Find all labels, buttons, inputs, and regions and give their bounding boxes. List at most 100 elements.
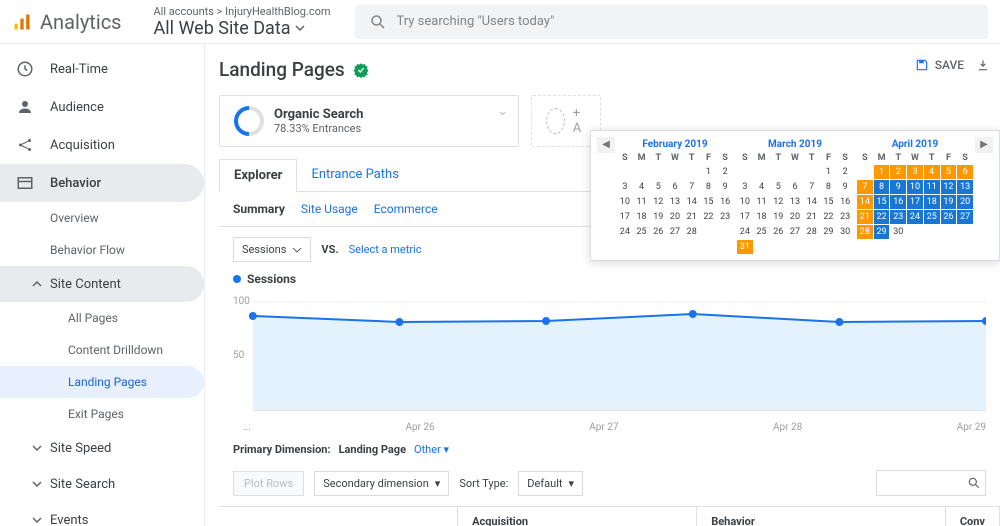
- calendar-day[interactable]: 28: [857, 225, 873, 239]
- calendar-day[interactable]: 1: [874, 165, 890, 179]
- calendar-day[interactable]: 3: [617, 180, 633, 194]
- calendar-day[interactable]: 10: [737, 195, 753, 209]
- calendar-day[interactable]: 17: [737, 210, 753, 224]
- calendar-day[interactable]: 1: [821, 165, 837, 179]
- calendar-day[interactable]: 4: [924, 165, 940, 179]
- calendar-day[interactable]: 20: [787, 210, 803, 224]
- calendar-day[interactable]: 6: [667, 180, 683, 194]
- calendar-day[interactable]: 8: [701, 180, 717, 194]
- dimension-value[interactable]: Landing Page: [339, 443, 406, 456]
- calendar-day[interactable]: 3: [907, 165, 923, 179]
- calendar-day[interactable]: 23: [890, 210, 906, 224]
- calendar-day[interactable]: 16: [717, 195, 733, 209]
- calendar-day[interactable]: 24: [737, 225, 753, 239]
- calendar-day[interactable]: 5: [650, 180, 666, 194]
- calendar-day[interactable]: 17: [617, 210, 633, 224]
- calendar-day[interactable]: 4: [634, 180, 650, 194]
- calendar-day[interactable]: 19: [941, 195, 957, 209]
- calendar-day[interactable]: 9: [890, 180, 906, 194]
- calendar-day[interactable]: 17: [907, 195, 923, 209]
- calendar-day[interactable]: 21: [684, 210, 700, 224]
- calendar-day[interactable]: 22: [821, 210, 837, 224]
- calendar-day[interactable]: 12: [770, 195, 786, 209]
- nav-behavior-flow[interactable]: Behavior Flow: [0, 234, 204, 266]
- cal-next[interactable]: ▶: [975, 137, 993, 153]
- calendar-day[interactable]: 29: [821, 225, 837, 239]
- calendar-day[interactable]: 21: [804, 210, 820, 224]
- calendar-day[interactable]: 5: [770, 180, 786, 194]
- calendar-day[interactable]: 26: [941, 210, 957, 224]
- calendar-day[interactable]: 18: [754, 210, 770, 224]
- calendar-day[interactable]: 28: [804, 225, 820, 239]
- date-range-picker[interactable]: ◀ February 2019SMTWTFS000001234567891011…: [590, 130, 1000, 261]
- calendar-day[interactable]: 2: [717, 165, 733, 179]
- calendar-day[interactable]: 20: [957, 195, 973, 209]
- metric-dropdown[interactable]: Sessions: [233, 237, 311, 262]
- nav-overview[interactable]: Overview: [0, 202, 204, 234]
- calendar-day[interactable]: 15: [874, 195, 890, 209]
- calendar-day[interactable]: 1: [701, 165, 717, 179]
- nav-content-drilldown[interactable]: Content Drilldown: [0, 334, 204, 366]
- calendar-day[interactable]: 29: [874, 225, 890, 239]
- calendar-day[interactable]: 7: [804, 180, 820, 194]
- tab-entrance-paths[interactable]: Entrance Paths: [297, 159, 412, 191]
- calendar-day[interactable]: 20: [667, 210, 683, 224]
- nav-acquisition[interactable]: Acquisition: [0, 126, 204, 164]
- calendar-day[interactable]: 13: [787, 195, 803, 209]
- nav-landing-pages[interactable]: Landing Pages: [0, 366, 204, 398]
- calendar-day[interactable]: 27: [787, 225, 803, 239]
- calendar-day[interactable]: 18: [924, 195, 940, 209]
- calendar-day[interactable]: 30: [837, 225, 853, 239]
- calendar-day[interactable]: 11: [924, 180, 940, 194]
- subtab-site-usage[interactable]: Site Usage: [301, 202, 358, 216]
- calendar-day[interactable]: 23: [717, 210, 733, 224]
- calendar-day[interactable]: 6: [957, 165, 973, 179]
- nav-behavior[interactable]: Behavior: [0, 164, 204, 202]
- calendar-day[interactable]: 13: [667, 195, 683, 209]
- search-input[interactable]: Try searching "Users today": [355, 5, 989, 39]
- calendar-day[interactable]: 21: [857, 210, 873, 224]
- calendar-day[interactable]: 14: [804, 195, 820, 209]
- calendar-day[interactable]: 11: [634, 195, 650, 209]
- nav-all-pages[interactable]: All Pages: [0, 302, 204, 334]
- calendar-day[interactable]: 22: [874, 210, 890, 224]
- calendar-day[interactable]: 31: [737, 240, 753, 254]
- calendar-day[interactable]: 19: [650, 210, 666, 224]
- calendar-day[interactable]: 16: [890, 195, 906, 209]
- calendar-day[interactable]: 10: [907, 180, 923, 194]
- calendar-day[interactable]: 24: [907, 210, 923, 224]
- export-icon[interactable]: [976, 58, 990, 72]
- dimension-other[interactable]: Other ▾: [414, 443, 449, 456]
- account-selector[interactable]: All accounts > InjuryHealthBlog.com All …: [154, 5, 331, 39]
- calendar-day[interactable]: 28: [684, 225, 700, 239]
- calendar-day[interactable]: 27: [957, 210, 973, 224]
- calendar-day[interactable]: 14: [684, 195, 700, 209]
- cal-prev[interactable]: ◀: [597, 137, 615, 153]
- calendar-day[interactable]: 22: [701, 210, 717, 224]
- calendar-day[interactable]: 10: [617, 195, 633, 209]
- nav-events[interactable]: Events: [0, 502, 204, 526]
- table-search[interactable]: [876, 470, 986, 496]
- calendar-day[interactable]: 12: [650, 195, 666, 209]
- calendar-day[interactable]: 8: [874, 180, 890, 194]
- calendar-day[interactable]: 30: [890, 225, 906, 239]
- calendar-day[interactable]: 6: [787, 180, 803, 194]
- calendar-day[interactable]: 2: [890, 165, 906, 179]
- calendar-day[interactable]: 8: [821, 180, 837, 194]
- calendar-day[interactable]: 27: [667, 225, 683, 239]
- ga-logo[interactable]: Analytics: [12, 10, 122, 34]
- calendar-day[interactable]: 3: [737, 180, 753, 194]
- calendar-day[interactable]: 9: [837, 180, 853, 194]
- calendar-day[interactable]: 13: [957, 180, 973, 194]
- calendar-day[interactable]: 26: [650, 225, 666, 239]
- calendar-day[interactable]: 24: [617, 225, 633, 239]
- calendar-day[interactable]: 23: [837, 210, 853, 224]
- calendar-day[interactable]: 4: [754, 180, 770, 194]
- subtab-ecommerce[interactable]: Ecommerce: [374, 202, 438, 216]
- calendar-day[interactable]: 25: [754, 225, 770, 239]
- calendar-day[interactable]: 2: [837, 165, 853, 179]
- secondary-dimension-dropdown[interactable]: Secondary dimension ▾: [314, 471, 449, 496]
- nav-site-search[interactable]: Site Search: [0, 466, 204, 502]
- calendar-day[interactable]: 9: [717, 180, 733, 194]
- nav-audience[interactable]: Audience: [0, 88, 204, 126]
